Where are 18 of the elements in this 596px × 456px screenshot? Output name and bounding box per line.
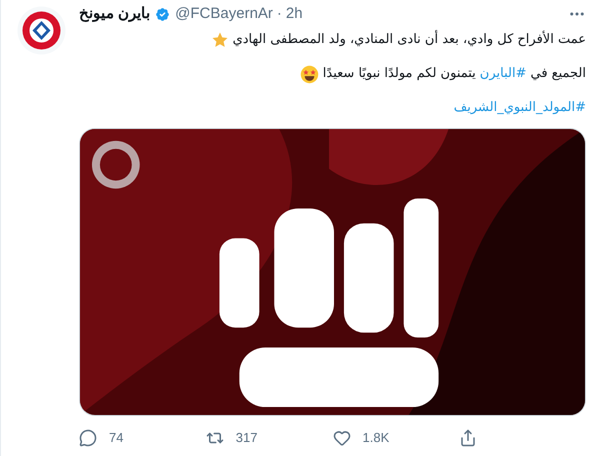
tweet-text: يتمنون لكم مولدًا نبويًا سعيدًا [322, 65, 476, 83]
hashtag-link[interactable]: #المولد_النبوي_الشريف [454, 98, 586, 118]
tweet-text: عمت الأفراح كل وادي، بعد أن نادى المنادي، ولد المصطفى الهادي [232, 30, 586, 49]
timestamp[interactable]: 2h [286, 2, 303, 26]
tweet-text: الجميع في [530, 65, 586, 83]
avatar[interactable] [16, 6, 66, 55]
speech-bubble-icon[interactable] [79, 429, 97, 447]
separator: · [276, 4, 282, 24]
account-name[interactable]: بايرن ميونخ [79, 2, 150, 26]
hashtag-link[interactable]: #البايرن [480, 64, 526, 84]
action-count: 317 [236, 429, 258, 448]
heart-icon[interactable] [332, 429, 350, 447]
action-count: 1.8K [362, 429, 390, 448]
star-icon [210, 31, 229, 49]
action-count: 74 [109, 429, 124, 448]
share-icon[interactable] [459, 429, 478, 447]
star-eyes-face-icon [300, 64, 319, 84]
account-handle[interactable]: @FCBayernAr [175, 2, 273, 26]
